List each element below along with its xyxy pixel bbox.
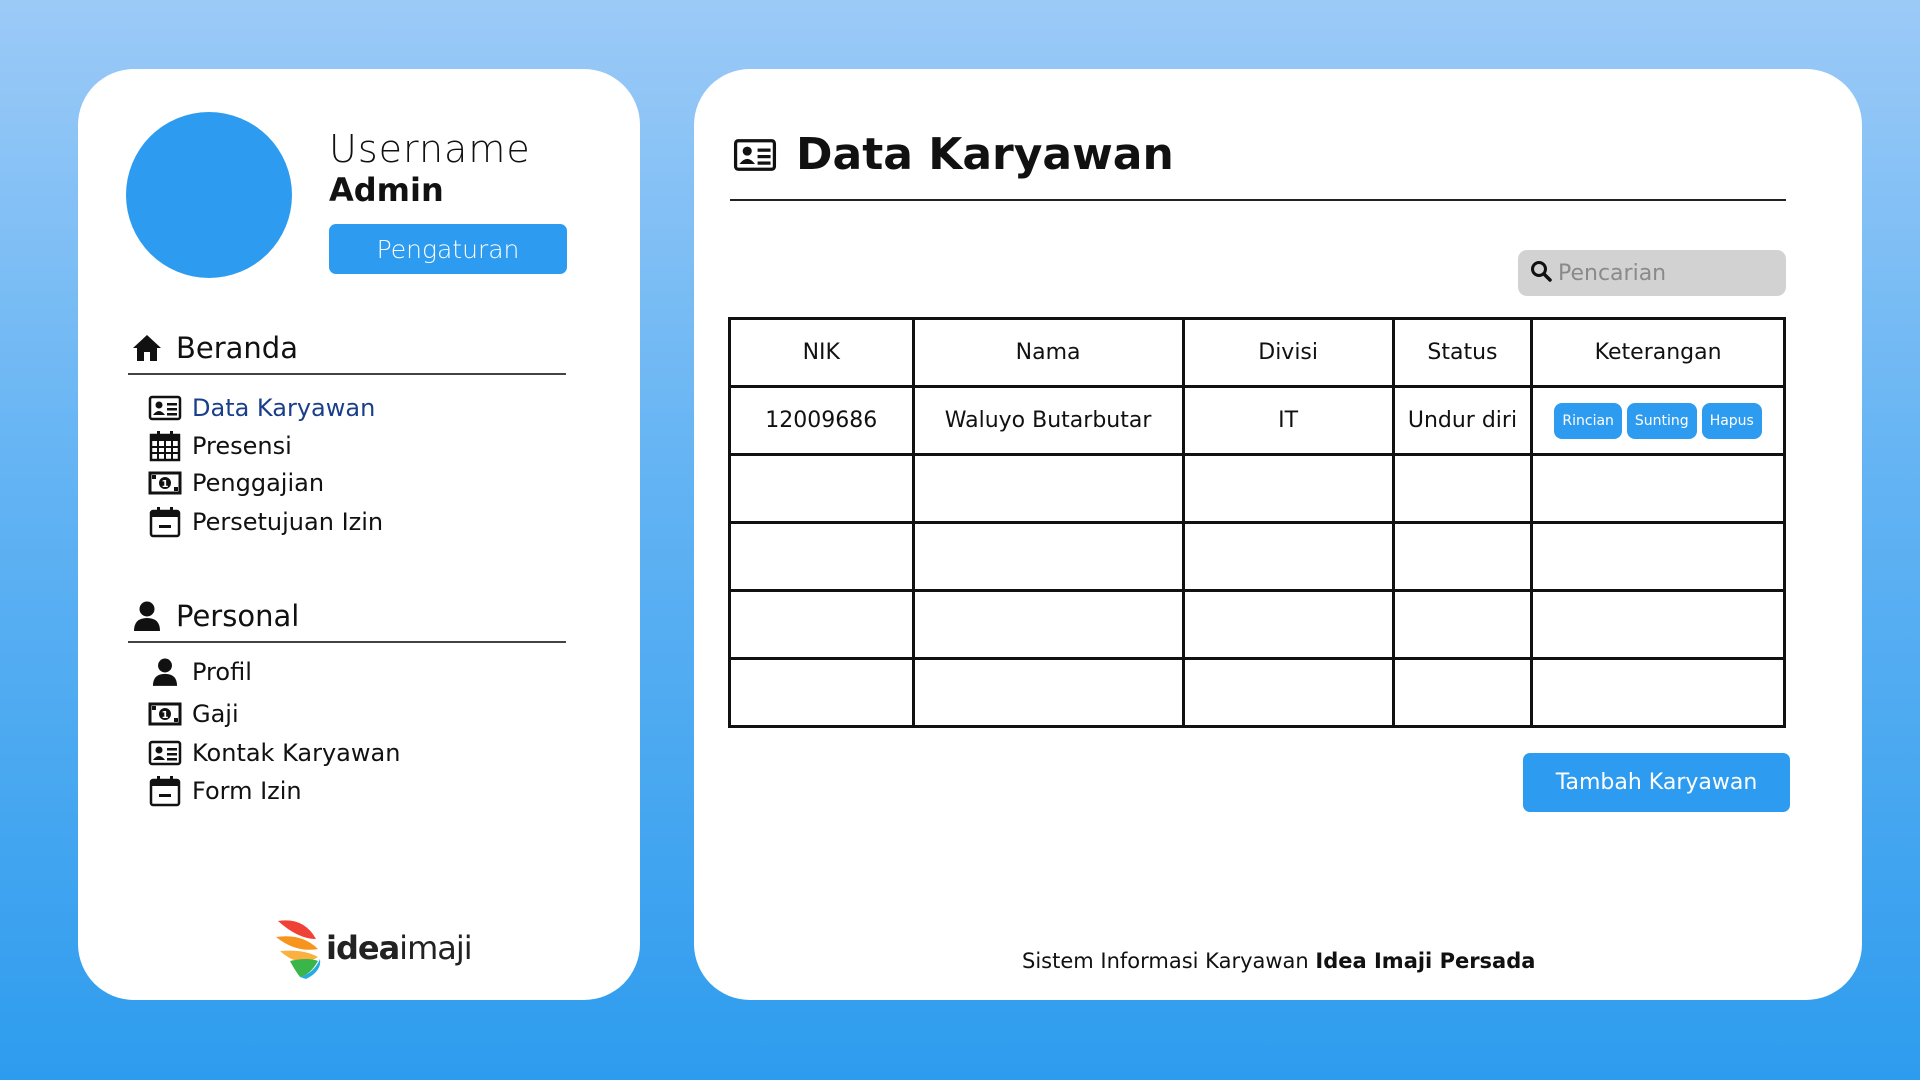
cell-actions: Rincian Sunting Hapus [1530, 385, 1786, 456]
svg-text:1: 1 [162, 710, 169, 721]
logo-mark-icon [276, 920, 321, 979]
search-box[interactable] [1518, 250, 1786, 296]
cell-status: Undur diri [1391, 385, 1534, 456]
cell-nik [728, 657, 915, 728]
company-logo: ideaimaji [274, 917, 473, 979]
main-panel: Data Karyawan NIK Nama Divisi Status Ket… [694, 69, 1862, 1000]
cell-actions [1530, 657, 1786, 728]
cell-nik: 12009686 [728, 385, 915, 456]
money-icon: 1 [148, 697, 182, 731]
table-row [728, 657, 1786, 728]
nav-label: Presensi [192, 432, 292, 460]
nav-profil[interactable]: Profil [148, 655, 252, 689]
column-header-nama[interactable]: Nama [911, 317, 1185, 388]
money-icon: 1 [148, 466, 182, 500]
nav-label: Kontak Karyawan [192, 739, 401, 767]
nav-presensi[interactable]: Presensi [148, 429, 292, 463]
user-role: Admin [329, 171, 444, 209]
username-label: Username [329, 127, 531, 171]
cell-actions [1530, 453, 1786, 524]
user-icon [148, 655, 182, 689]
section-personal[interactable]: Personal [130, 599, 299, 633]
id-card-icon [148, 391, 182, 425]
cell-nik [728, 453, 915, 524]
nav-label: Persetujuan Izin [192, 508, 384, 536]
cell-actions [1530, 589, 1786, 660]
nav-label: Gaji [192, 700, 239, 728]
search-icon [1530, 260, 1552, 286]
section-title: Personal [176, 599, 300, 633]
page-header: Data Karyawan [732, 129, 1174, 180]
calendar-minus-icon [148, 774, 182, 808]
home-icon [130, 331, 164, 365]
column-header-status[interactable]: Status [1391, 317, 1534, 388]
footer-text: Sistem Informasi Karyawan [1022, 949, 1309, 973]
table-row: 12009686 Waluyo Butarbutar IT Undur diri… [728, 385, 1786, 456]
cell-nama: Waluyo Butarbutar [911, 385, 1185, 456]
nav-label: Form Izin [192, 777, 302, 805]
logo-text-part1: idea [326, 929, 400, 967]
settings-button[interactable]: Pengaturan [329, 224, 567, 274]
section-divider [128, 641, 566, 643]
section-beranda[interactable]: Beranda [130, 331, 298, 365]
column-header-keterangan[interactable]: Keterangan [1530, 317, 1786, 388]
row-actions: Rincian Sunting Hapus [1533, 402, 1783, 439]
id-card-icon [148, 736, 182, 770]
nav-kontak-karyawan[interactable]: Kontak Karyawan [148, 736, 400, 770]
column-header-nik[interactable]: NIK [728, 317, 915, 388]
nav-label: Data Karyawan [192, 394, 376, 422]
logo-text-part2: imaji [399, 929, 472, 967]
nav-gaji[interactable]: 1 Gaji [148, 697, 239, 731]
cell-nama [911, 521, 1185, 592]
table-header-row: NIK Nama Divisi Status Keterangan [728, 317, 1786, 388]
employee-table: NIK Nama Divisi Status Keterangan 120096… [728, 317, 1786, 728]
section-title: Beranda [176, 331, 298, 365]
logo-text: ideaimaji [326, 929, 473, 967]
add-employee-button[interactable]: Tambah Karyawan [1523, 753, 1790, 812]
cell-divisi: IT [1181, 385, 1395, 456]
calendar-grid-icon [148, 429, 182, 463]
cell-actions [1530, 521, 1786, 592]
title-divider [730, 199, 1786, 201]
sunting-button[interactable]: Sunting [1626, 402, 1697, 439]
cell-nik [728, 589, 915, 660]
cell-nama [911, 657, 1185, 728]
cell-divisi [1181, 589, 1395, 660]
avatar[interactable] [126, 112, 292, 278]
nav-penggajian[interactable]: 1 Penggajian [148, 466, 324, 500]
table-row [728, 453, 1786, 524]
svg-text:1: 1 [162, 479, 169, 490]
table-row [728, 521, 1786, 592]
hapus-button[interactable]: Hapus [1701, 402, 1762, 439]
cell-status [1391, 657, 1534, 728]
cell-nama [911, 589, 1185, 660]
cell-divisi [1181, 453, 1395, 524]
footer: Sistem Informasi Karyawan Idea Imaji Per… [1022, 949, 1535, 973]
cell-divisi [1181, 521, 1395, 592]
nav-data-karyawan[interactable]: Data Karyawan [148, 391, 375, 425]
cell-status [1391, 453, 1534, 524]
nav-label: Profil [192, 658, 252, 686]
column-header-divisi[interactable]: Divisi [1181, 317, 1395, 388]
rincian-button[interactable]: Rincian [1554, 402, 1622, 439]
calendar-minus-icon [148, 505, 182, 539]
cell-divisi [1181, 657, 1395, 728]
nav-persetujuan-izin[interactable]: Persetujuan Izin [148, 505, 383, 539]
cell-nama [911, 453, 1185, 524]
table-row [728, 589, 1786, 660]
nav-label: Penggajian [192, 469, 325, 497]
cell-status [1391, 521, 1534, 592]
cell-nik [728, 521, 915, 592]
user-icon [130, 599, 164, 633]
search-input[interactable] [1558, 260, 1768, 286]
footer-company: Idea Imaji Persada [1315, 949, 1536, 973]
nav-form-izin[interactable]: Form Izin [148, 774, 302, 808]
sidebar-panel: Username Admin Pengaturan Beranda Data K… [78, 69, 640, 1000]
section-divider [128, 373, 566, 375]
page-title: Data Karyawan [796, 129, 1174, 180]
cell-status [1391, 589, 1534, 660]
id-card-icon [732, 135, 778, 175]
